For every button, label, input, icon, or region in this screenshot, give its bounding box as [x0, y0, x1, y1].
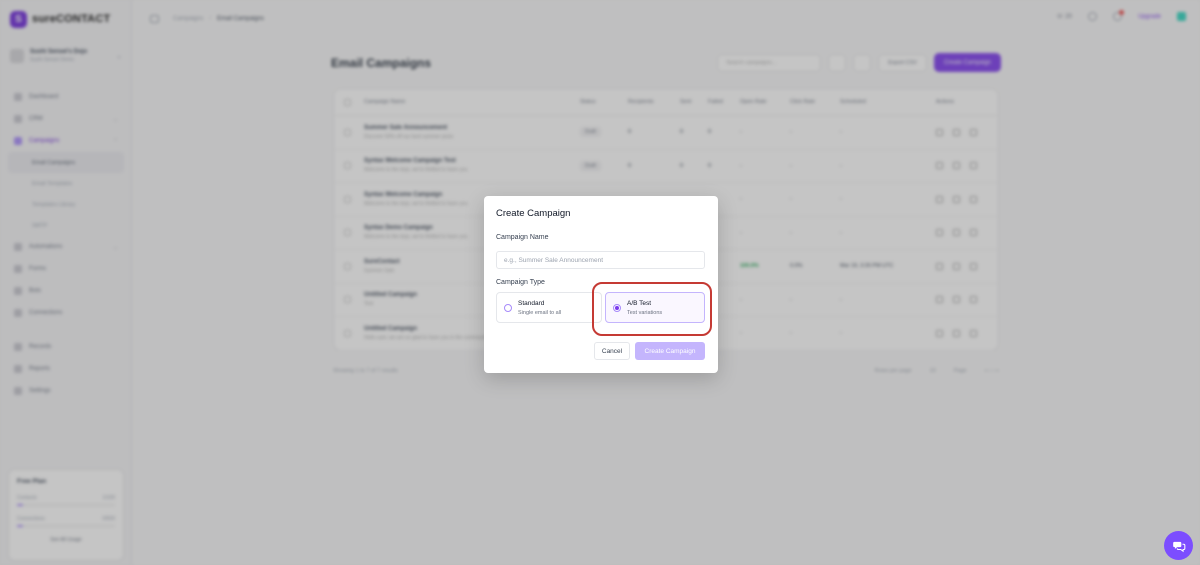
- option-subtitle: Test variations: [627, 309, 663, 316]
- cancel-button[interactable]: Cancel: [594, 342, 630, 360]
- create-campaign-modal: Create Campaign Campaign Name Campaign T…: [484, 196, 718, 373]
- campaign-type-label: Campaign Type: [496, 279, 545, 286]
- campaign-name-input[interactable]: [496, 251, 705, 269]
- option-subtitle: Single email to all: [518, 309, 562, 316]
- campaign-name-label: Campaign Name: [496, 234, 549, 241]
- option-title: A/B Test: [627, 299, 652, 307]
- chat-launcher-button[interactable]: [1164, 531, 1193, 560]
- radio-unselected-icon[interactable]: [504, 303, 512, 312]
- create-campaign-submit-button[interactable]: Create Campaign: [635, 342, 705, 360]
- option-title: Standard: [518, 299, 545, 307]
- modal-title: Create Campaign: [496, 208, 571, 219]
- chat-bubble-icon: [1172, 541, 1185, 552]
- radio-selected-icon[interactable]: [613, 303, 621, 312]
- campaign-type-ab-test-option[interactable]: A/B Test Test variations: [605, 292, 705, 323]
- campaign-type-standard-option[interactable]: Standard Single email to all: [496, 292, 602, 323]
